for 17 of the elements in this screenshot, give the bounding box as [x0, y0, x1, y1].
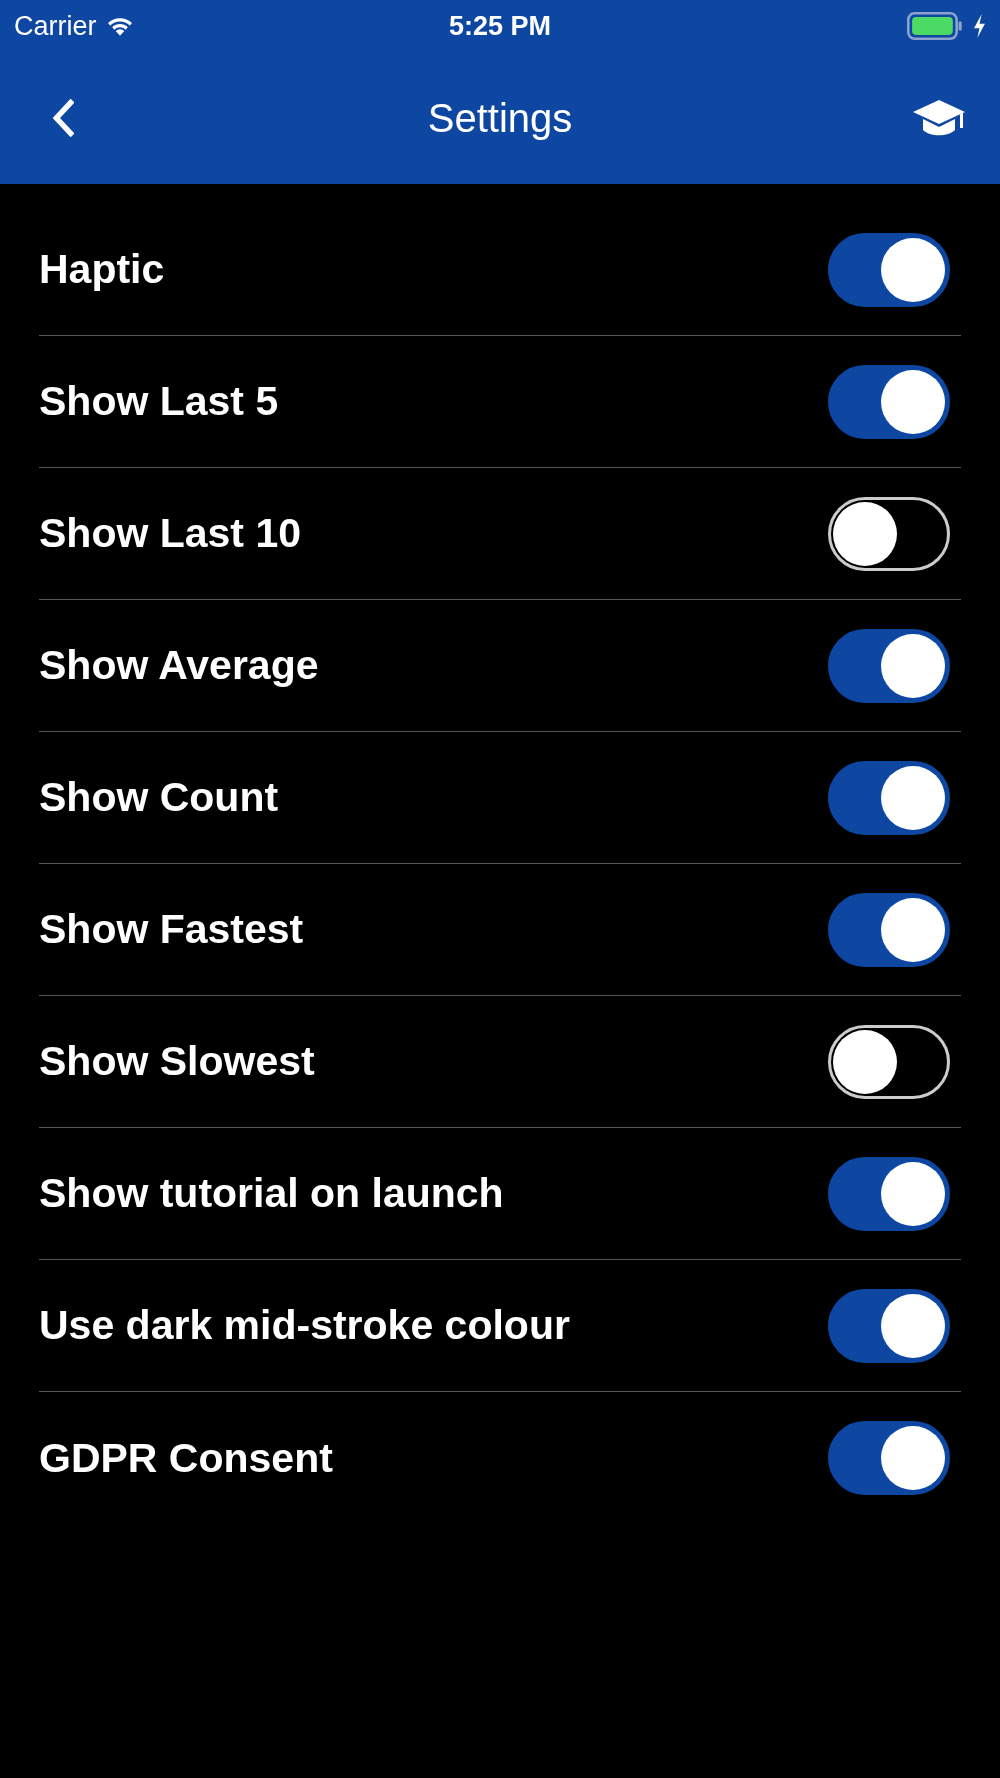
back-icon	[52, 98, 74, 138]
setting-label: Show Fastest	[39, 906, 304, 953]
setting-label: Show Count	[39, 774, 279, 821]
setting-label: Use dark mid-stroke colour	[39, 1302, 570, 1349]
graduation-cap-icon	[912, 98, 966, 138]
setting-label: Show Average	[39, 642, 319, 689]
setting-label: Show Last 5	[39, 378, 279, 425]
battery-icon	[905, 12, 965, 40]
charging-icon	[973, 13, 986, 39]
status-time: 5:25 PM	[449, 10, 551, 42]
setting-label: Show Last 10	[39, 510, 301, 557]
screen-title: Settings	[427, 95, 573, 141]
setting-label: GDPR Consent	[39, 1434, 333, 1482]
setting-label: Show tutorial on launch	[39, 1170, 504, 1217]
setting-label: Haptic	[39, 246, 165, 293]
carrier-name: Carrier	[14, 10, 97, 42]
setting-label: Show Slowest	[39, 1038, 315, 1085]
